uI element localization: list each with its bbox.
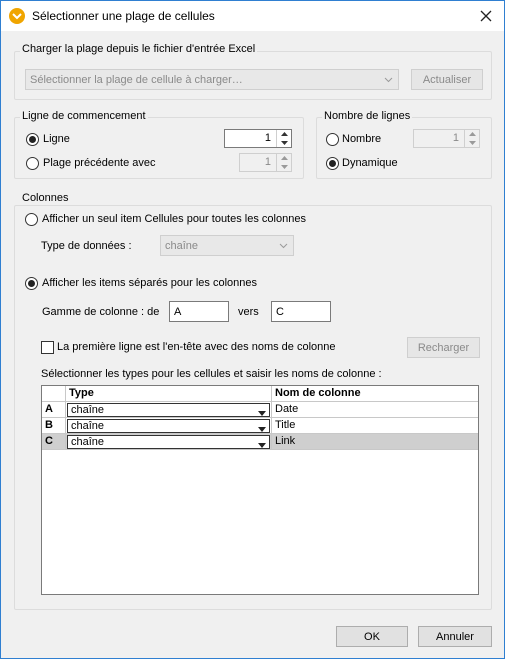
row-type-value: chaîne [71, 420, 105, 432]
table-row[interactable]: B chaîne Title [42, 418, 478, 434]
data-type-select[interactable]: chaîne [160, 235, 294, 256]
row-letter: B [42, 418, 66, 434]
dropdown-arrow-icon [258, 439, 266, 451]
chevron-down-icon [279, 240, 288, 252]
data-type-label: Type de données : [41, 240, 132, 252]
range-to-input[interactable]: C [271, 301, 331, 322]
line-spinner-value: 1 [264, 132, 271, 144]
previous-range-label: Plage précédente avec [43, 157, 156, 169]
spin-up-icon[interactable] [465, 130, 479, 139]
header-row-checkbox[interactable] [41, 341, 54, 354]
select-cell-range-dialog: Sélectionner une plage de cellules Charg… [0, 0, 505, 659]
number-radio[interactable] [326, 133, 339, 146]
spin-down-icon[interactable] [277, 139, 291, 148]
row-type-value: chaîne [71, 404, 105, 416]
load-range-legend: Charger la plage depuis le fichier d'ent… [20, 43, 258, 55]
row-name-input[interactable]: Link [272, 434, 478, 450]
grid-header-row: Type Nom de colonne [42, 386, 478, 402]
row-type-select[interactable]: chaîne [67, 403, 270, 417]
app-icon [9, 8, 25, 24]
range-from-label: Gamme de colonne : de [42, 306, 160, 318]
spin-down-icon[interactable] [465, 139, 479, 148]
start-line-legend: Ligne de commencement [20, 110, 148, 122]
dynamic-radio[interactable] [326, 157, 339, 170]
row-letter: C [42, 434, 66, 450]
previous-range-radio[interactable] [26, 157, 39, 170]
line-count-group [316, 117, 492, 179]
range-to-label: vers [238, 306, 259, 318]
number-label: Nombre [342, 133, 382, 145]
columns-legend: Colonnes [20, 192, 71, 204]
row-letter: A [42, 402, 66, 418]
previous-range-spinner-value: 1 [264, 156, 271, 168]
close-icon[interactable] [476, 6, 496, 26]
spin-down-icon[interactable] [277, 163, 291, 172]
line-count-legend: Nombre de lignes [322, 110, 413, 122]
cancel-button[interactable]: Annuler [418, 626, 492, 647]
table-row[interactable]: A chaîne Date [42, 402, 478, 418]
line-radio[interactable] [26, 133, 39, 146]
refresh-button[interactable]: Actualiser [411, 69, 483, 90]
row-type-select[interactable]: chaîne [67, 435, 270, 449]
title-bar: Sélectionner une plage de cellules [1, 1, 504, 31]
window-title: Sélectionner une plage de cellules [32, 9, 215, 23]
row-type-select[interactable]: chaîne [67, 419, 270, 433]
separate-items-label: Afficher les items séparés pour les colo… [42, 277, 258, 289]
range-from-input[interactable]: A [169, 301, 229, 322]
number-spinner[interactable]: 1 [413, 129, 480, 148]
range-select[interactable]: Sélectionner la plage de cellule à charg… [25, 69, 399, 90]
spin-up-icon[interactable] [277, 154, 291, 163]
column-types-grid: Type Nom de colonne A chaîne Date B chaî… [41, 385, 479, 595]
data-type-value: chaîne [165, 239, 199, 252]
ok-button[interactable]: OK [336, 626, 408, 647]
header-row-label: La première ligne est l'en-tête avec des… [57, 341, 336, 353]
line-label: Ligne [43, 133, 70, 145]
grid-caption: Sélectionner les types pour les cellules… [41, 368, 382, 380]
number-spinner-value: 1 [452, 132, 459, 144]
single-item-radio[interactable] [25, 213, 38, 226]
chevron-down-icon [384, 74, 393, 86]
row-name-input[interactable]: Title [272, 418, 478, 434]
spin-up-icon[interactable] [277, 130, 291, 139]
single-item-label: Afficher un seul item Cellules pour tout… [42, 213, 306, 225]
reload-button[interactable]: Recharger [407, 337, 480, 358]
row-name-input[interactable]: Date [272, 402, 478, 418]
grid-header-name: Nom de colonne [272, 386, 478, 402]
range-select-value: Sélectionner la plage de cellule à charg… [30, 73, 243, 86]
separate-items-radio[interactable] [25, 277, 38, 290]
line-spinner[interactable]: 1 [224, 129, 292, 148]
grid-corner-cell [42, 386, 66, 402]
grid-header-type: Type [66, 386, 272, 402]
table-row[interactable]: C chaîne Link [42, 434, 478, 450]
row-type-value: chaîne [71, 436, 105, 448]
previous-range-spinner[interactable]: 1 [239, 153, 292, 172]
dynamic-label: Dynamique [342, 157, 398, 169]
